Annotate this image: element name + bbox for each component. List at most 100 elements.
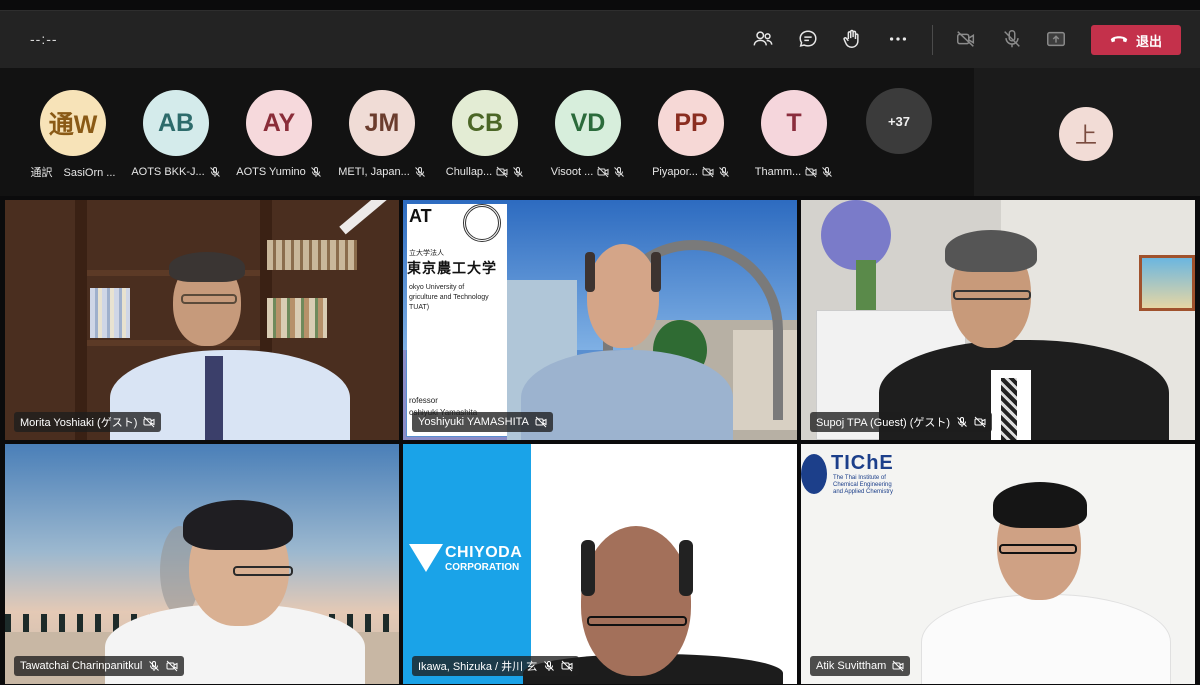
chat-icon[interactable] xyxy=(795,26,821,52)
avatar: AB xyxy=(143,90,209,156)
camera-off-icon xyxy=(535,416,547,428)
video-tile-morita[interactable]: Morita Yoshiaki (ゲスト) xyxy=(5,200,399,440)
mic-off-icon xyxy=(821,166,833,178)
camera-off-icon xyxy=(561,660,573,672)
participant-label: METI, Japan... xyxy=(330,165,434,179)
participant-name: AOTS Yumino xyxy=(236,166,306,178)
participant-item[interactable]: 通W 通訳 SasiOrn ... xyxy=(21,90,125,179)
mic-off-icon xyxy=(512,166,524,178)
participant-label: Thamm... xyxy=(742,165,846,179)
tiche-subtitle-1: The Thai Institute of xyxy=(833,475,886,481)
mic-off-icon xyxy=(148,660,160,672)
participant-item[interactable]: T Thamm... xyxy=(742,90,846,179)
name-tag: Morita Yoshiaki (ゲスト) xyxy=(14,412,162,432)
participant-item[interactable]: PP Piyapor... xyxy=(639,90,743,179)
participant-name: Ikawa, Shizuka / 井川 玄 xyxy=(418,661,538,673)
avatar: CB xyxy=(452,90,518,156)
tuat-logo: AT xyxy=(409,206,432,226)
tiche-logo: TIChE xyxy=(831,452,894,474)
video-tile-yamashita[interactable]: AT 立大学法人 東京農工大学 okyo University of gricu… xyxy=(403,200,797,440)
self-avatar-initial: 上 xyxy=(1074,123,1097,148)
mic-off-icon xyxy=(414,166,426,178)
avatar: AY xyxy=(246,90,312,156)
meeting-timer: --:-- xyxy=(30,31,58,47)
camera-off-icon xyxy=(496,166,508,178)
camera-off-icon xyxy=(597,166,609,178)
meeting-toolbar: --:-- 退出 xyxy=(0,10,1200,68)
participant-label: AOTS BKK-J... xyxy=(124,165,228,179)
participant-name: AOTS BKK-J... xyxy=(131,166,205,178)
participant-item[interactable]: JM METI, Japan... xyxy=(330,90,434,179)
participant-name: Morita Yoshiaki (ゲスト) xyxy=(20,417,138,429)
mic-off-icon xyxy=(209,166,221,178)
participant-name: Supoj TPA (Guest) (ゲスト) xyxy=(816,417,951,429)
participant-name: Atik Suvittham xyxy=(816,660,887,672)
univ-eng-2: griculture and Technology xyxy=(409,294,489,301)
avatar: 通W xyxy=(40,90,106,156)
chiyoda-logo-mark xyxy=(409,544,443,572)
participant-item[interactable]: VD Visoot ... xyxy=(536,90,640,179)
camera-off-icon xyxy=(892,660,904,672)
name-tag: Yoshiyuki YAMASHITA xyxy=(412,412,553,432)
more-icon[interactable] xyxy=(885,26,911,52)
tuat-emblem xyxy=(463,204,501,242)
name-tag: Tawatchai Charinpanitkul xyxy=(14,656,185,676)
chiyoda-corporation: CORPORATION xyxy=(445,562,520,573)
participant-label: Visoot ... xyxy=(536,165,640,179)
tiche-subtitle-2: Chemical Engineering xyxy=(833,482,892,488)
participant-label: 通訳 SasiOrn ... xyxy=(21,165,125,179)
phone-hangup-icon xyxy=(1110,34,1128,46)
participant-name: Thamm... xyxy=(754,166,802,178)
leave-button[interactable]: 退出 xyxy=(1091,25,1181,55)
role: rofessor xyxy=(409,396,438,405)
participant-name: Visoot ... xyxy=(550,166,594,178)
mic-off-icon xyxy=(956,416,968,428)
self-avatar[interactable]: 上 xyxy=(1059,107,1113,161)
avatar: T xyxy=(761,90,827,156)
participant-item[interactable]: CB Chullap... xyxy=(433,90,537,179)
more-participants-button[interactable]: +37 xyxy=(866,88,932,154)
mic-off-icon xyxy=(613,166,625,178)
participant-name: Piyapor... xyxy=(652,166,698,178)
avatar: PP xyxy=(658,90,724,156)
mic-off-icon xyxy=(718,166,730,178)
participant-label: AOTS Yumino xyxy=(227,165,331,179)
mic-off-icon[interactable] xyxy=(999,26,1025,52)
people-icon[interactable] xyxy=(750,26,776,52)
tiche-logo-mark xyxy=(801,454,827,494)
avatar: JM xyxy=(349,90,415,156)
camera-off-icon xyxy=(166,660,178,672)
participant-name: Tawatchai Charinpanitkul xyxy=(20,660,143,672)
video-tile-atik[interactable]: TIChE The Thai Institute of Chemical Eng… xyxy=(801,444,1195,684)
participant-label: Piyapor... xyxy=(639,165,743,179)
camera-off-icon[interactable] xyxy=(953,26,979,52)
chiyoda-name: CHIYODA xyxy=(445,544,523,561)
video-tile-supoj[interactable]: Supoj TPA (Guest) (ゲスト) xyxy=(801,200,1195,440)
participant-item[interactable]: AB AOTS BKK-J... xyxy=(124,90,228,179)
camera-off-icon xyxy=(974,416,986,428)
leave-label: 退出 xyxy=(1135,33,1162,49)
video-tile-ikawa[interactable]: CHIYODA CORPORATION Ikawa, Shizuka / 井川 … xyxy=(403,444,797,684)
camera-off-icon xyxy=(702,166,714,178)
more-participants-count: +37 xyxy=(887,113,911,129)
participant-name: Chullap... xyxy=(445,166,493,178)
univ-name: 東京農工大学 xyxy=(407,260,497,276)
share-icon[interactable] xyxy=(1043,26,1069,52)
raise-hand-icon[interactable] xyxy=(839,26,865,52)
univ-eng-3: TUAT) xyxy=(409,304,430,311)
chiyoda-brand-panel: CHIYODA CORPORATION xyxy=(403,444,531,684)
toolbar-divider xyxy=(932,25,933,55)
participant-item[interactable]: AY AOTS Yumino xyxy=(227,90,331,179)
tiche-subtitle-3: and Applied Chemistry xyxy=(833,489,894,495)
participant-label: Chullap... xyxy=(433,165,537,179)
avatar: VD xyxy=(555,90,621,156)
participant-name: METI, Japan... xyxy=(338,166,410,178)
camera-off-icon xyxy=(143,416,155,428)
camera-off-icon xyxy=(805,166,817,178)
name-tag: Ikawa, Shizuka / 井川 玄 xyxy=(412,656,580,676)
mic-off-icon xyxy=(543,660,555,672)
slide-panel: AT 立大学法人 東京農工大学 okyo University of gricu… xyxy=(407,204,507,436)
video-tile-tawatchai[interactable]: Tawatchai Charinpanitkul xyxy=(5,444,399,684)
participant-name: Yoshiyuki YAMASHITA xyxy=(418,416,529,428)
univ-type: 立大学法人 xyxy=(409,250,444,257)
